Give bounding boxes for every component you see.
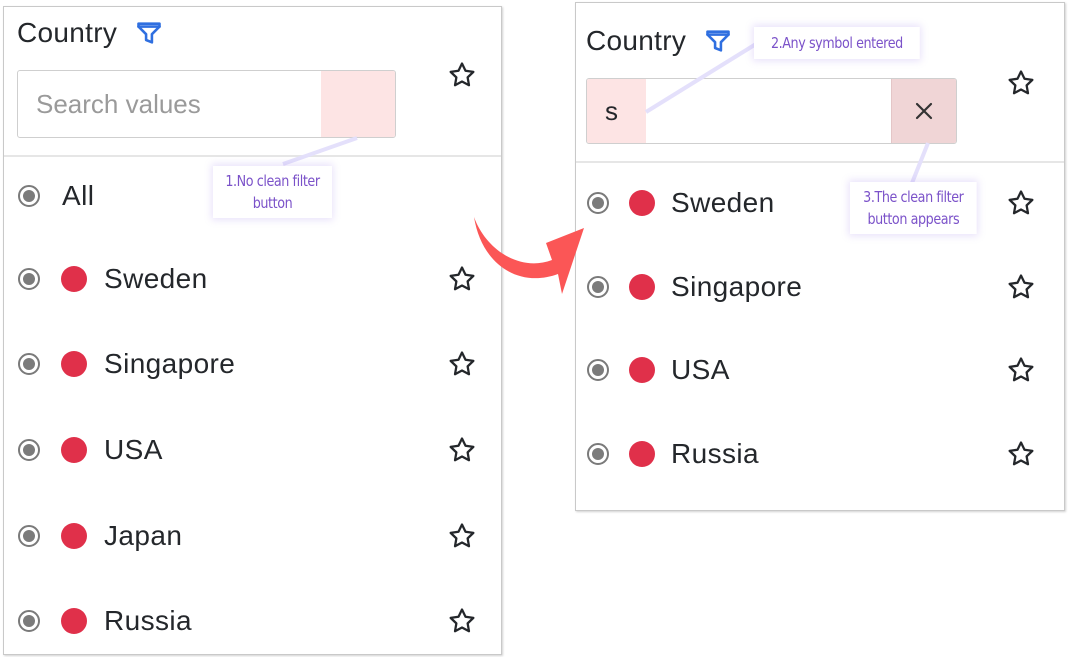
list-item[interactable]: Russia xyxy=(4,601,501,641)
search-field[interactable] xyxy=(586,78,957,144)
color-dot-icon xyxy=(61,351,87,377)
search-input[interactable] xyxy=(18,71,321,137)
color-dot-icon xyxy=(61,608,87,634)
divider xyxy=(576,161,1064,163)
annotation-note-3: 3.The clean filter button appears xyxy=(850,182,977,234)
radio-selected[interactable] xyxy=(18,439,40,461)
list-item[interactable]: Singapore xyxy=(4,344,501,384)
note-line: button xyxy=(252,194,293,212)
item-label: Singapore xyxy=(671,271,803,302)
search-field[interactable] xyxy=(17,70,396,138)
favorite-star-icon[interactable] xyxy=(447,349,477,379)
list-item[interactable]: Japan xyxy=(4,516,501,556)
list-item[interactable]: Sweden xyxy=(576,183,1064,223)
item-label: Singapore xyxy=(104,348,236,379)
color-dot-icon xyxy=(629,357,655,383)
color-dot-icon xyxy=(61,266,87,292)
country-filter-panel-after: Country Sweden Singapore xyxy=(575,2,1065,511)
favorite-star-icon[interactable] xyxy=(1006,439,1036,469)
panel-title: Country xyxy=(586,25,687,56)
panel-header: Country xyxy=(17,17,163,49)
note-line: 1.No clean filter xyxy=(225,172,320,190)
filter-icon[interactable] xyxy=(135,19,163,47)
annotation-note-1: 1.No clean filter button xyxy=(213,166,332,218)
panel-title: Country xyxy=(17,17,118,48)
list-item[interactable]: USA xyxy=(576,350,1064,390)
close-icon xyxy=(915,102,933,120)
color-dot-icon xyxy=(629,190,655,216)
clear-button-placeholder-highlight xyxy=(321,71,395,137)
note-line: button appears xyxy=(867,210,960,228)
list-item[interactable]: Singapore xyxy=(576,267,1064,307)
note-line: 3.The clean filter xyxy=(863,188,964,206)
favorite-star-icon[interactable] xyxy=(1006,272,1036,302)
divider xyxy=(4,155,501,157)
item-label: USA xyxy=(104,434,163,465)
list-item[interactable]: USA xyxy=(4,430,501,470)
favorite-star-icon[interactable] xyxy=(447,435,477,465)
favorite-star-icon[interactable] xyxy=(447,264,477,294)
color-dot-icon xyxy=(61,523,87,549)
filter-icon[interactable] xyxy=(704,27,732,55)
radio-selected[interactable] xyxy=(18,268,40,290)
radio-selected[interactable] xyxy=(587,443,609,465)
radio-selected[interactable] xyxy=(18,353,40,375)
item-label: USA xyxy=(671,354,730,385)
radio-selected[interactable] xyxy=(18,185,40,207)
color-dot-icon xyxy=(629,441,655,467)
list-item[interactable]: Sweden xyxy=(4,259,501,299)
color-dot-icon xyxy=(629,274,655,300)
color-dot-icon xyxy=(61,437,87,463)
favorite-star-icon[interactable] xyxy=(1006,188,1036,218)
radio-selected[interactable] xyxy=(587,359,609,381)
radio-selected[interactable] xyxy=(587,276,609,298)
item-label: Sweden xyxy=(104,263,208,294)
item-label: Sweden xyxy=(671,187,775,218)
item-label: All xyxy=(62,180,95,211)
favorite-star-icon[interactable] xyxy=(447,60,477,90)
radio-selected[interactable] xyxy=(587,192,609,214)
favorite-star-icon[interactable] xyxy=(1006,68,1036,98)
panel-header: Country xyxy=(586,25,732,57)
item-label: Russia xyxy=(104,605,192,636)
country-filter-panel-before: Country All Sweden Singapore USA xyxy=(3,6,502,655)
favorite-star-icon[interactable] xyxy=(1006,355,1036,385)
item-label: Japan xyxy=(104,520,183,551)
item-label: Russia xyxy=(671,438,759,469)
annotation-note-2: 2.Any symbol entered xyxy=(754,27,920,59)
clear-filter-button[interactable] xyxy=(891,79,956,143)
radio-selected[interactable] xyxy=(18,610,40,632)
radio-selected[interactable] xyxy=(18,525,40,547)
list-item[interactable]: Russia xyxy=(576,434,1064,474)
favorite-star-icon[interactable] xyxy=(447,606,477,636)
favorite-star-icon[interactable] xyxy=(447,521,477,551)
search-input[interactable] xyxy=(587,79,894,143)
note-line: 2.Any symbol entered xyxy=(770,34,903,52)
